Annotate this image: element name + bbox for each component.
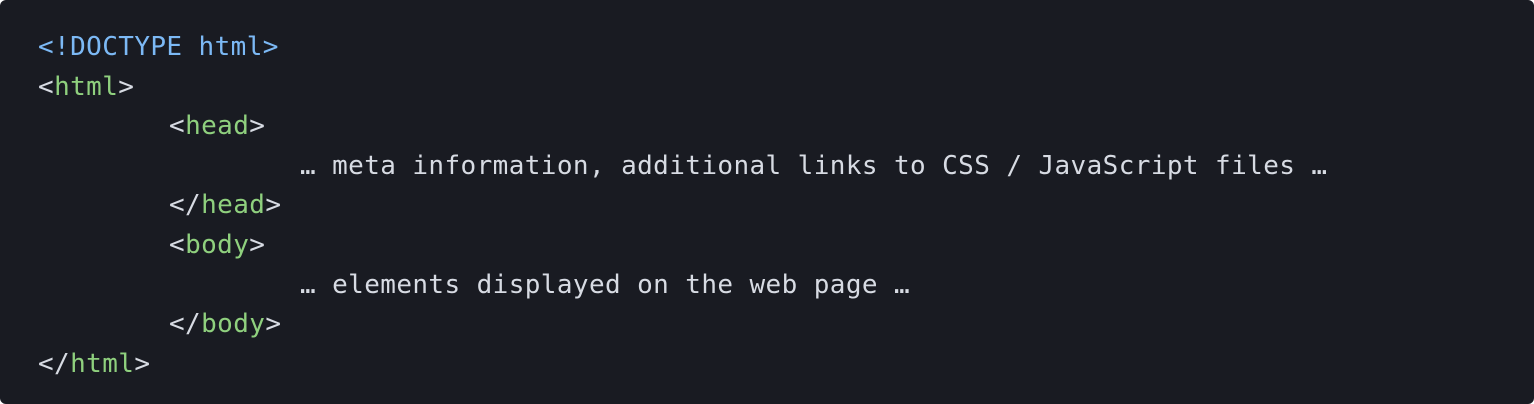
tag-name: head — [201, 190, 266, 221]
code-line-body-close: </body> — [38, 305, 1534, 345]
code-line-html-close: </html> — [38, 345, 1534, 385]
code-line-head-close: </head> — [38, 186, 1534, 226]
tag-punctuation-open: < — [169, 111, 186, 142]
tag-punctuation-close: > — [249, 111, 266, 142]
code-line-head-open: <head> — [38, 107, 1534, 147]
tag-name: html — [54, 71, 119, 102]
code-line-doctype: <!DOCTYPE html> — [38, 28, 1534, 68]
placeholder-text: … elements displayed on the web page … — [300, 269, 911, 300]
code-line-html-open: <html> — [38, 68, 1534, 108]
tag-punctuation-open: </ — [38, 348, 71, 379]
tag-punctuation-open: </ — [169, 309, 202, 340]
tag-punctuation-open: < — [169, 229, 186, 260]
tag-name: body — [185, 229, 250, 260]
tag-punctuation-close: > — [134, 348, 151, 379]
code-line-body-open: <body> — [38, 226, 1534, 266]
tag-punctuation-close: > — [265, 190, 282, 221]
tag-punctuation-open: < — [38, 71, 55, 102]
code-block: <!DOCTYPE html> <html> <head>… meta inform… — [0, 0, 1534, 404]
tag-name: body — [201, 309, 266, 340]
code-line-body-content: … elements displayed on the web page … — [38, 266, 1534, 306]
tag-punctuation-open: </ — [169, 190, 202, 221]
doctype-declaration: <!DOCTYPE html> — [38, 32, 279, 62]
tag-name: html — [70, 348, 135, 379]
code-line-head-content: … meta information, additional links to … — [38, 147, 1534, 187]
tag-punctuation-close: > — [118, 71, 135, 102]
tag-punctuation-close: > — [265, 309, 282, 340]
placeholder-text: … meta information, additional links to … — [300, 150, 1328, 181]
tag-name: head — [185, 111, 250, 142]
tag-punctuation-close: > — [249, 229, 266, 260]
